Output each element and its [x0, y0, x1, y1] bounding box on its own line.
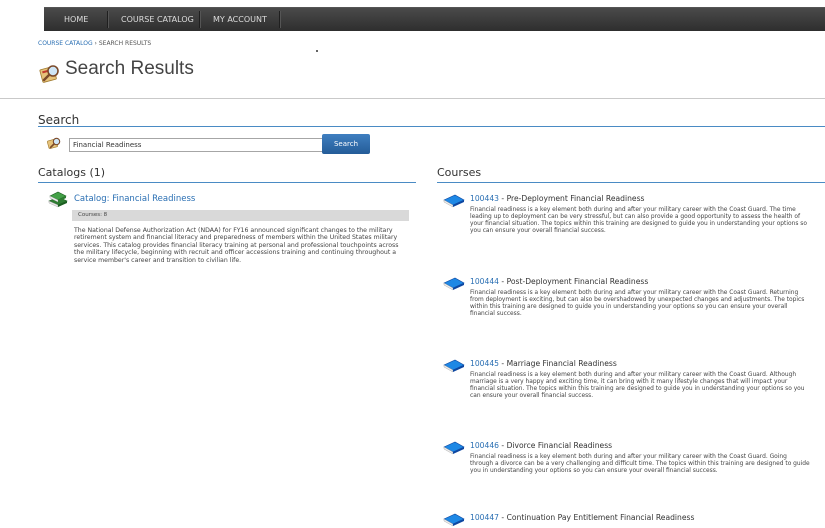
blue-book-icon — [443, 194, 465, 208]
course-title: 100444 - Post-Deployment Financial Readi… — [470, 277, 648, 286]
search-button[interactable]: Search — [322, 134, 370, 154]
catalog-course-count: Courses: 8 — [72, 210, 409, 221]
course-code-link[interactable]: 100447 — [470, 513, 499, 522]
course-title-text: - Pre-Deployment Financial Readiness — [499, 194, 645, 203]
nav-course-catalog[interactable]: COURSE CATALOG — [121, 8, 194, 31]
course-title: 100443 - Pre-Deployment Financial Readin… — [470, 194, 645, 203]
catalog-course-count-text: Courses: 8 — [78, 212, 108, 218]
breadcrumb: COURSE CATALOG › SEARCH RESULTS — [38, 40, 151, 47]
course-title: 100447 - Continuation Pay Entitlement Fi… — [470, 513, 694, 522]
course-code-link[interactable]: 100445 — [470, 359, 499, 368]
nav-home[interactable]: HOME — [64, 8, 88, 31]
top-nav-bar: HOME COURSE CATALOG MY ACCOUNT — [44, 7, 825, 31]
search-heading: Search — [38, 113, 80, 127]
course-description: Financial readiness is a key element bot… — [470, 207, 807, 235]
blue-book-icon — [443, 277, 465, 291]
course-code-link[interactable]: 100444 — [470, 277, 499, 286]
search-input[interactable]: Financial Readiness — [69, 138, 325, 152]
course-title-text: - Divorce Financial Readiness — [499, 441, 613, 450]
course-code-link[interactable]: 100443 — [470, 194, 499, 203]
nav-divider — [279, 11, 281, 28]
catalog-title-link[interactable]: Catalog: Financial Readiness — [74, 194, 195, 204]
search-magnifier-icon — [47, 137, 61, 149]
blue-book-icon — [443, 441, 465, 455]
course-description: Financial readiness is a key element bot… — [470, 454, 810, 475]
catalogs-divider — [38, 182, 416, 183]
course-title-text: - Continuation Pay Entitlement Financial… — [499, 513, 695, 522]
top-navigation: HOME COURSE CATALOG MY ACCOUNT — [0, 0, 825, 31]
search-magnifier-icon — [39, 65, 59, 83]
book-stack-icon — [48, 191, 68, 208]
course-title: 100446 - Divorce Financial Readiness — [470, 441, 612, 450]
header-divider — [0, 98, 825, 99]
search-divider — [38, 126, 825, 127]
course-code-link[interactable]: 100446 — [470, 441, 499, 450]
courses-heading: Courses — [437, 166, 482, 179]
page-title-text: Search Results — [65, 58, 194, 79]
course-title: 100445 - Marriage Financial Readiness — [470, 359, 617, 368]
nav-divider — [199, 11, 201, 28]
breadcrumb-current: SEARCH RESULTS — [98, 40, 152, 47]
stray-dot — [316, 50, 318, 52]
blue-book-icon — [443, 513, 465, 527]
courses-divider — [437, 182, 825, 183]
course-description: Financial readiness is a key element bot… — [470, 372, 805, 400]
nav-divider — [107, 11, 109, 28]
course-title-text: - Marriage Financial Readiness — [499, 359, 617, 368]
catalog-description: The National Defense Authorization Act (… — [74, 227, 399, 264]
course-title-text: - Post-Deployment Financial Readiness — [499, 277, 649, 286]
catalogs-heading: Catalogs (1) — [38, 166, 106, 179]
blue-book-icon — [443, 359, 465, 373]
course-description: Financial readiness is a key element bot… — [470, 290, 805, 318]
nav-my-account[interactable]: MY ACCOUNT — [213, 8, 267, 31]
breadcrumb-course-catalog-link[interactable]: COURSE CATALOG — [38, 40, 93, 47]
